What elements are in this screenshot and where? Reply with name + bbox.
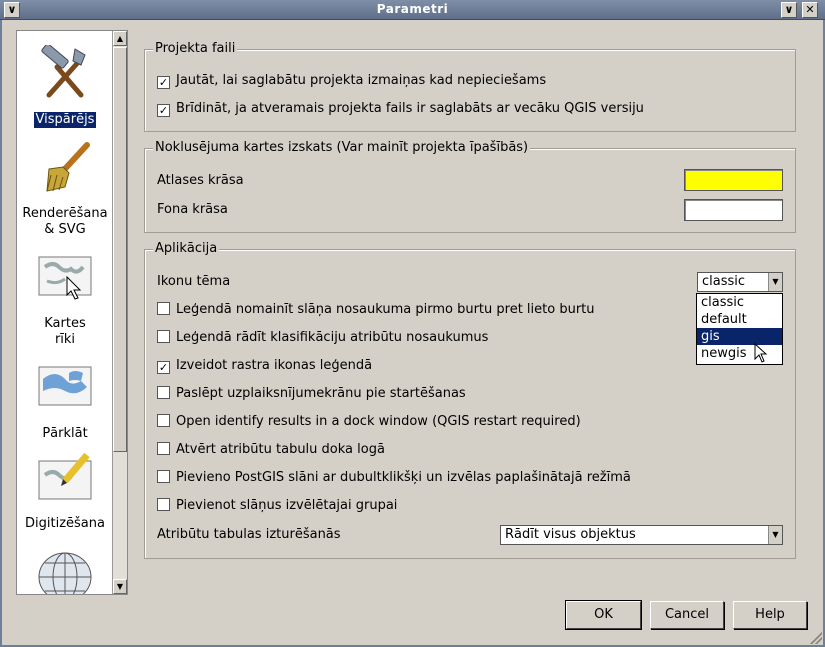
- checkbox-identify-dock[interactable]: Open identify results in a dock window (…: [157, 413, 581, 431]
- map-cursor-icon: [17, 251, 113, 310]
- checkbox-label: Leģendā nomainīt slāņa nosaukuma pirmo b…: [176, 302, 595, 317]
- scroll-down-button[interactable]: ▼: [113, 579, 127, 594]
- checkbox-label: Pievienot slāņus izvēlētajai grupai: [176, 498, 398, 513]
- checkbox-label: Izveidot rastra ikonas leģendā: [176, 358, 373, 373]
- combo-value: Rādīt visus objektus: [505, 527, 636, 542]
- background-color-label: Fona krāsa: [157, 202, 228, 217]
- map-defaults-group: Noklusējuma kartes izskats (Var mainīt p…: [144, 140, 796, 233]
- scroll-up-button[interactable]: ▲: [113, 31, 127, 46]
- checkbox-box[interactable]: [157, 442, 170, 455]
- checkbox-box[interactable]: [157, 470, 170, 483]
- selection-color-button[interactable]: [684, 169, 783, 191]
- close-icon: ✕: [805, 3, 815, 16]
- sidebar-item-label: Digitizēšana: [25, 516, 105, 531]
- selection-color-label: Atlases krāsa: [157, 173, 244, 188]
- scroll-thumb[interactable]: [113, 47, 127, 452]
- checkbox-warn-old-version[interactable]: ✓ Brīdināt, ja atveramais projekta fails …: [157, 100, 644, 118]
- checkbox-raster-icons[interactable]: ✓ Izveidot rastra ikonas leģendā: [157, 357, 372, 375]
- checkbox-box[interactable]: [157, 302, 170, 315]
- checkbox-label: Leģendā rādīt klasifikāciju atribūtu nos…: [176, 330, 489, 345]
- checkbox-label: Brīdināt, ja atveramais projekta fails i…: [176, 101, 644, 116]
- background-color-button[interactable]: [684, 199, 783, 221]
- checkbox-box[interactable]: ✓: [157, 76, 170, 89]
- checkbox-classification-attr[interactable]: Leģendā rādīt klasifikāciju atribūtu nos…: [157, 329, 488, 347]
- checkbox-label: Open identify results in a dock window (…: [176, 414, 581, 429]
- sidebar-item-overlay[interactable]: Pārklāt: [17, 361, 113, 442]
- checkbox-label: Jautāt, lai saglabātu projekta izmaiņas …: [176, 73, 547, 88]
- minimize-icon: ∨: [784, 3, 794, 16]
- checkbox-postgis-dblclick[interactable]: Pievieno PostGIS slāni ar dubultklikšķi …: [157, 469, 631, 487]
- group-title: Noklusējuma kartes izskats (Var mainīt p…: [153, 140, 531, 156]
- arrow-up-icon: ▲: [116, 34, 124, 43]
- sidebar-item-label: Vispārējs: [33, 112, 97, 128]
- icon-theme-label: Ikonu tēma: [157, 274, 231, 289]
- checkbox-label: Atvērt atribūtu tabulu doka logā: [176, 442, 385, 457]
- window-title: Parametri: [376, 2, 449, 16]
- chevron-down-icon[interactable]: ▼: [768, 526, 782, 544]
- checkbox-attr-table-dock[interactable]: Atvērt atribūtu tabulu doka logā: [157, 441, 385, 459]
- attr-table-behavior-combo[interactable]: Rādīt visus objektus ▼: [500, 525, 783, 545]
- dropdown-option-classic[interactable]: classic: [697, 294, 782, 311]
- mouse-cursor-icon: [754, 343, 768, 363]
- map-overlay-icon: [17, 361, 113, 420]
- attr-table-behavior-label: Atribūtu tabulas izturēšanās: [157, 527, 341, 542]
- sidebar-item-map-tools[interactable]: Kartes rīki: [17, 251, 113, 348]
- chevron-down-icon[interactable]: ▼: [768, 273, 782, 291]
- checkbox-label: Pievieno PostGIS slāni ar dubultklikšķi …: [176, 470, 631, 485]
- checkbox-box[interactable]: [157, 386, 170, 399]
- checkbox-hide-splash[interactable]: Paslēpt uzplaiksnījumekrānu pie startēša…: [157, 385, 466, 403]
- checkbox-box[interactable]: ✓: [157, 361, 170, 374]
- close-button[interactable]: ✕: [802, 2, 818, 18]
- group-title: Projekta faili: [153, 41, 238, 57]
- checkbox-label: Paslēpt uzplaiksnījumekrānu pie startēša…: [176, 386, 466, 401]
- map-pencil-icon: [17, 451, 113, 510]
- checkbox-box[interactable]: [157, 498, 170, 511]
- sidebar-item-rendering[interactable]: Renderēšana & SVG: [17, 141, 113, 238]
- minimize-button[interactable]: ∨: [781, 2, 797, 18]
- group-title: Aplikācija: [153, 241, 220, 257]
- icon-theme-dropdown-list: classic default gis newgis: [696, 293, 783, 365]
- combo-value: classic: [702, 274, 746, 289]
- sidebar-item-general[interactable]: Vispārējs: [17, 43, 113, 128]
- checkbox-ask-save[interactable]: ✓ Jautāt, lai saglabātu projekta izmaiņas…: [157, 72, 546, 90]
- tools-icon: [17, 43, 113, 106]
- sidebar-item-digitizing[interactable]: Digitizēšana: [17, 451, 113, 532]
- brush-icon: [17, 141, 113, 200]
- sidebar-item-projection[interactable]: [17, 547, 113, 594]
- dropdown-option-default[interactable]: default: [697, 311, 782, 328]
- sidebar-scrollbar[interactable]: ▲ ▼: [112, 31, 127, 594]
- arrow-down-icon: ▼: [116, 582, 124, 591]
- dropdown-option-gis[interactable]: gis: [697, 328, 782, 345]
- checkbox-add-to-group[interactable]: Pievienot slāņus izvēlētajai grupai: [157, 497, 397, 515]
- icon-theme-combo[interactable]: classic ▼: [697, 272, 783, 292]
- globe-icon: [17, 547, 113, 594]
- resize-grip-icon[interactable]: [810, 632, 822, 644]
- cancel-button[interactable]: Cancel: [650, 601, 724, 629]
- project-files-group: Projekta faili ✓ Jautāt, lai saglabātu pr…: [144, 41, 796, 132]
- category-sidebar: Vispārējs Renderēšana & SVG Kartes rīki: [16, 30, 128, 595]
- dropdown-option-newgis[interactable]: newgis: [697, 345, 782, 362]
- ok-button[interactable]: OK: [565, 600, 642, 630]
- help-button[interactable]: Help: [733, 601, 807, 629]
- sidebar-item-label: Kartes rīki: [44, 316, 86, 347]
- checkbox-box[interactable]: [157, 330, 170, 343]
- checkbox-box[interactable]: [157, 414, 170, 427]
- sidebar-item-label: Renderēšana & SVG: [22, 206, 108, 237]
- sidebar-item-label: Pārklāt: [42, 426, 88, 441]
- title-bar: ∨ Parametri ∨ ✕: [0, 0, 825, 20]
- checkbox-capitalize-layer[interactable]: Leģendā nomainīt slāņa nosaukuma pirmo b…: [157, 301, 595, 319]
- checkbox-box[interactable]: ✓: [157, 104, 170, 117]
